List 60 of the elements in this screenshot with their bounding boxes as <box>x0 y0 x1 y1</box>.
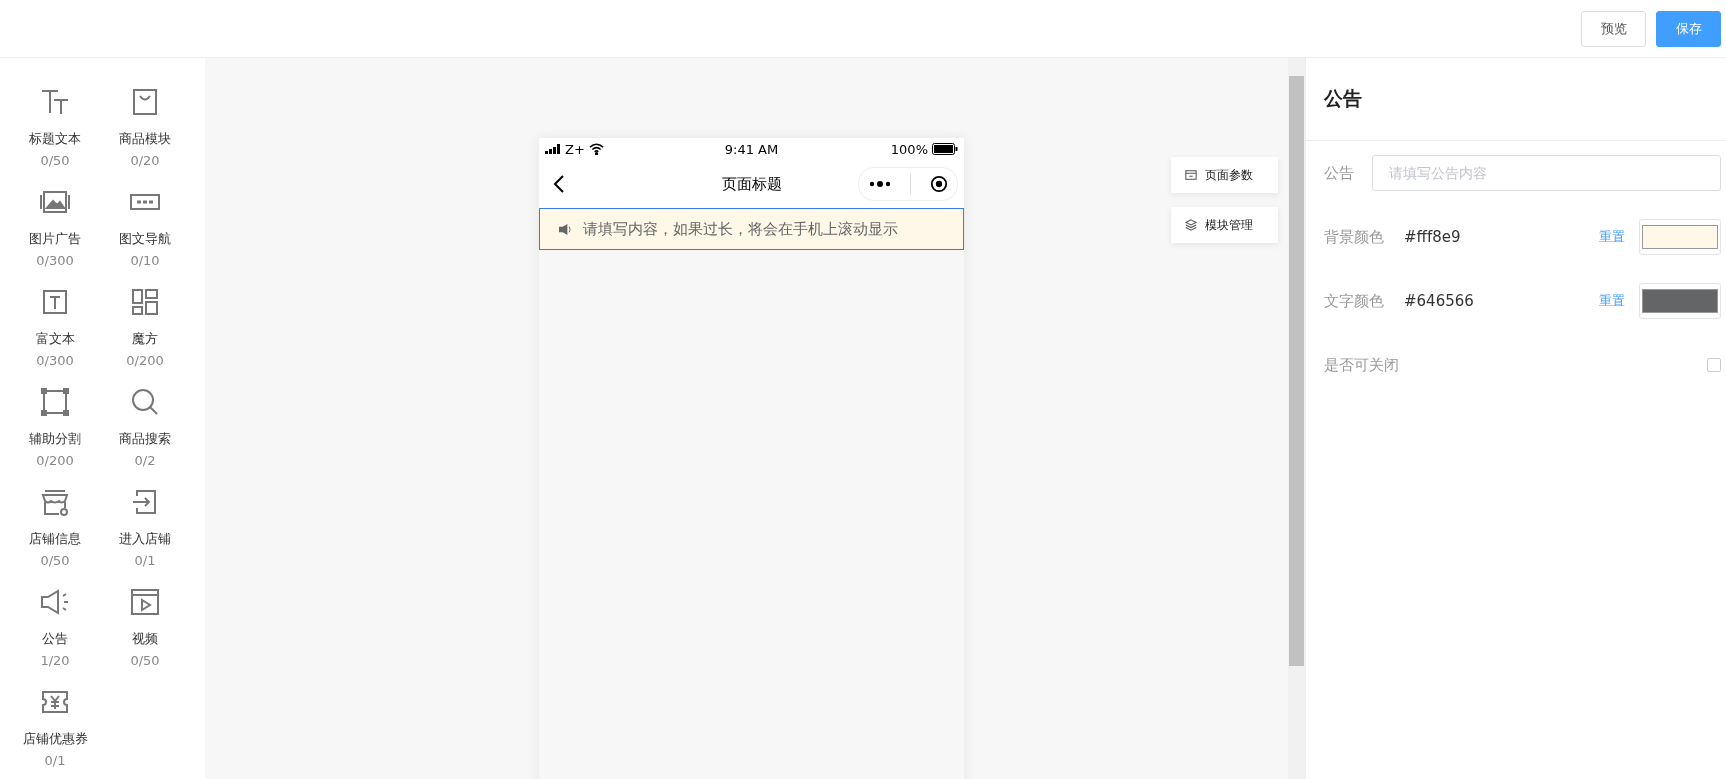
component-count: 0/50 <box>130 653 160 668</box>
page-title: 页面标题 <box>721 174 782 194</box>
status-time: 9:41 AM <box>724 141 779 157</box>
component-label: 进入店铺 <box>119 530 171 548</box>
component-label: 公告 <box>42 630 68 648</box>
carrier-text: Z+ <box>565 141 585 157</box>
panel-title: 公告 <box>1324 86 1362 111</box>
component-label: 商品搜索 <box>119 430 171 448</box>
speaker-icon <box>558 222 573 236</box>
component-label: 魔方 <box>132 330 158 348</box>
component-label: 图文导航 <box>119 230 171 248</box>
color-picker[interactable] <box>1639 283 1721 319</box>
component-label: 辅助分割 <box>29 430 81 448</box>
component-count: 1/20 <box>40 653 70 668</box>
grid-icon[interactable] <box>129 286 161 318</box>
component-label: 图片广告 <box>29 230 81 248</box>
component-count: 0/2 <box>134 453 156 468</box>
capsule-menu[interactable] <box>858 167 958 201</box>
component-count: 0/200 <box>126 353 164 368</box>
battery-icon <box>932 143 958 155</box>
close-circle-icon[interactable] <box>929 175 948 193</box>
component-label: 视频 <box>132 630 158 648</box>
frame-icon[interactable] <box>39 386 71 418</box>
header-button[interactable]: 预览 <box>1581 10 1646 47</box>
wifi-icon <box>588 143 604 155</box>
scrollbar[interactable] <box>1288 58 1305 779</box>
component-label: 店铺优惠券 <box>22 730 88 748</box>
battery-text: 100% <box>890 141 928 157</box>
notice-input[interactable]: 请填写公告内容 <box>1372 155 1721 191</box>
side-button[interactable]: 模块管理 <box>1171 207 1278 243</box>
more-icon[interactable] <box>868 181 891 187</box>
signal-icon <box>545 144 561 154</box>
field-label: 文字颜色 <box>1324 291 1385 311</box>
component-count: 0/300 <box>36 353 74 368</box>
field-label: 是否可关闭 <box>1324 355 1400 375</box>
component-count: 0/300 <box>36 253 74 268</box>
back-icon[interactable] <box>553 174 565 194</box>
layers-icon <box>1185 219 1197 231</box>
component-count: 0/1 <box>44 753 66 768</box>
component-count: 0/50 <box>40 553 70 568</box>
field-label: 公告 <box>1324 163 1355 183</box>
component-count: 0/200 <box>36 453 74 468</box>
component-count: 0/20 <box>130 153 160 168</box>
component-label: 标题文本 <box>29 130 81 148</box>
color-picker[interactable] <box>1639 219 1721 255</box>
component-label: 店铺信息 <box>29 530 81 548</box>
page-icon <box>1185 169 1197 181</box>
notice-text: 请填写内容，如果过长，将会在手机上滚动显示 <box>583 219 898 239</box>
notice-bar[interactable]: 请填写内容，如果过长，将会在手机上滚动显示 <box>539 208 964 250</box>
component-count: 0/1 <box>134 553 156 568</box>
component-count: 0/50 <box>40 153 70 168</box>
component-label: 富文本 <box>35 330 75 348</box>
side-button[interactable]: 页面参数 <box>1171 157 1278 193</box>
color-value: #fff8e9 <box>1404 228 1462 246</box>
checkbox[interactable] <box>1707 358 1721 372</box>
component-label: 商品模块 <box>119 130 171 148</box>
component-count: 0/10 <box>130 253 160 268</box>
video-icon[interactable] <box>129 586 161 618</box>
field-label: 背景颜色 <box>1324 227 1385 247</box>
color-value: #646566 <box>1404 292 1475 310</box>
